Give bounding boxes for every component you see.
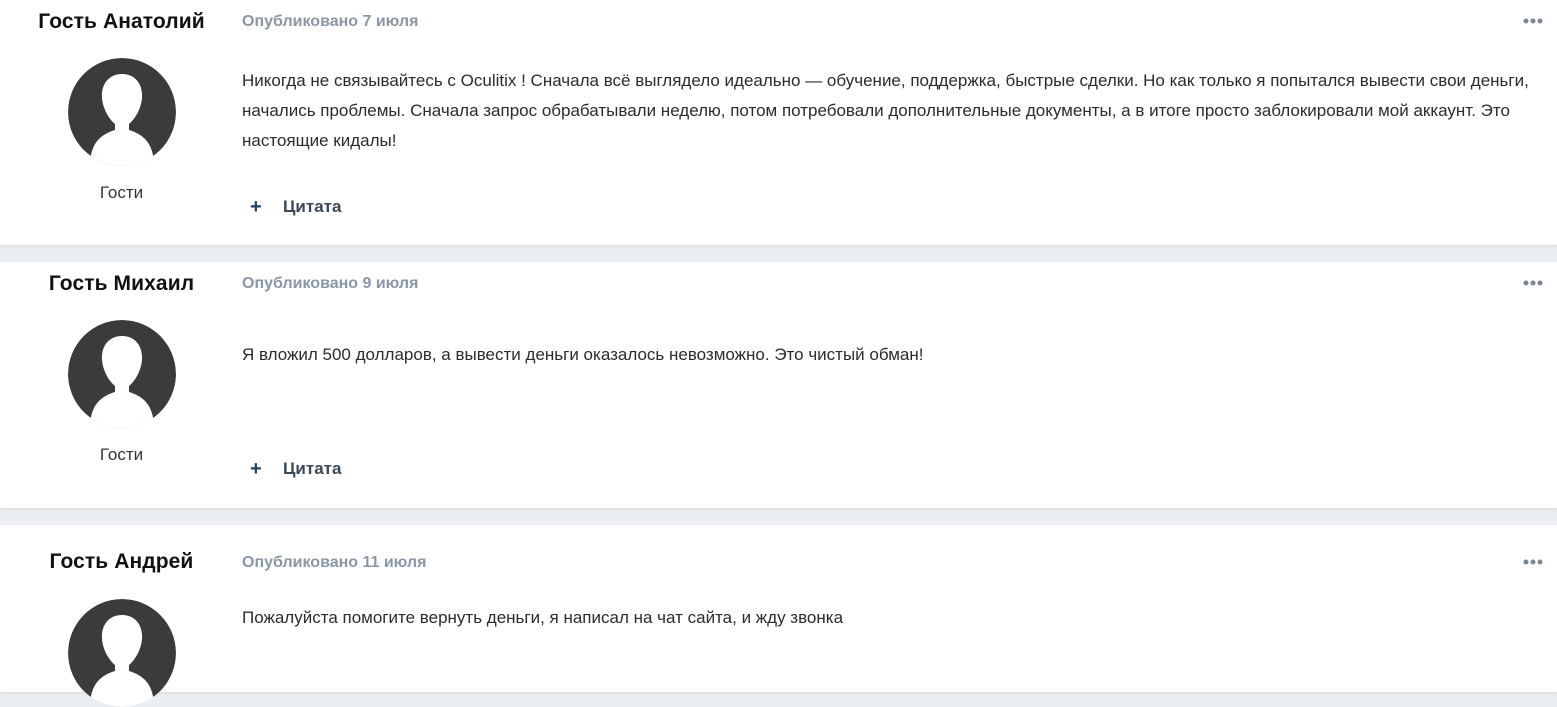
plus-icon: + [250, 458, 262, 480]
comment-post: Гость Андрей Опубликовано 11 июля Пожалу… [0, 525, 1557, 707]
ellipsis-icon[interactable] [1523, 276, 1543, 290]
author-group: Гости [99, 445, 144, 464]
post-content: Я вложил 500 долларов, а вывести деньги … [242, 345, 924, 364]
comment-post: Гость Михаил Гости Опубликовано 9 июля Я… [0, 262, 1557, 508]
quote-label: Цитата [283, 459, 342, 478]
post-date[interactable]: Опубликовано 9 июля [242, 275, 418, 293]
user-silhouette-icon [68, 58, 176, 166]
author-name[interactable]: Гость Анатолий [0, 10, 243, 34]
quote-label: Цитата [283, 197, 342, 216]
author-group: Гости [99, 183, 144, 202]
author-name[interactable]: Гость Михаил [0, 272, 243, 296]
user-silhouette-icon [68, 599, 176, 707]
plus-icon: + [250, 196, 262, 218]
quote-button[interactable]: + Цитата [250, 459, 341, 479]
ellipsis-icon[interactable] [1523, 555, 1543, 569]
post-content: Никогда не связывайтесь с Oculitix ! Сна… [242, 71, 1529, 150]
author-name[interactable]: Гость Андрей [0, 550, 243, 574]
post-content: Пожалуйста помогите вернуть деньги, я на… [242, 608, 844, 627]
user-silhouette-icon [68, 320, 176, 428]
post-date[interactable]: Опубликовано 11 июля [242, 554, 426, 572]
ellipsis-icon[interactable] [1523, 14, 1543, 28]
avatar[interactable] [68, 320, 176, 428]
avatar[interactable] [68, 599, 176, 707]
avatar[interactable] [68, 58, 176, 166]
quote-button[interactable]: + Цитата [250, 197, 341, 217]
comment-post: Гость Анатолий Гости Опубликовано 7 июля… [0, 0, 1557, 245]
post-date[interactable]: Опубликовано 7 июля [242, 13, 418, 31]
